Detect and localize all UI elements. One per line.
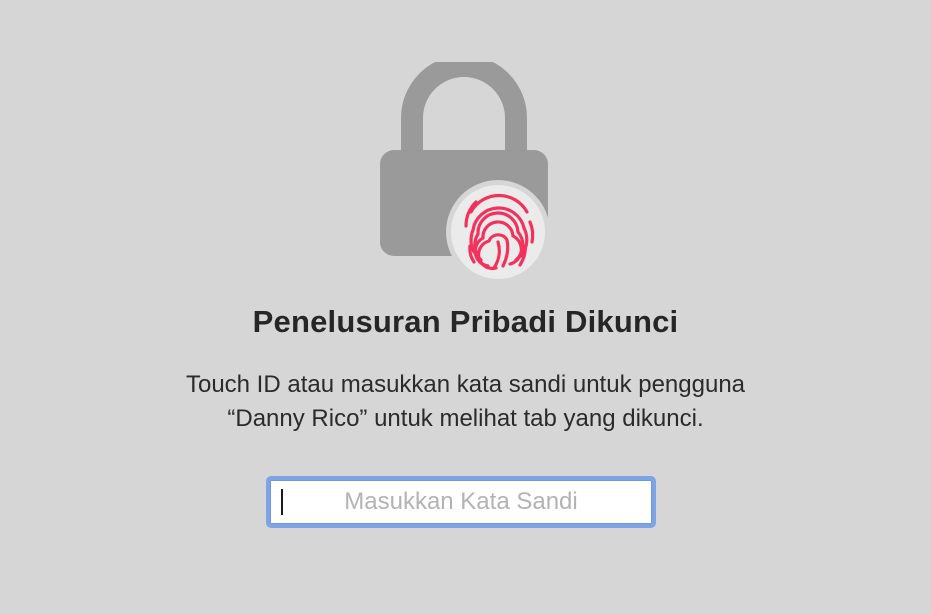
lock-illustration [370,62,560,282]
lock-icon [380,62,550,282]
description-line-1: Touch ID atau masukkan kata sandi untuk … [185,371,746,398]
page-title: Penelusuran Pribadi Dikunci [252,304,679,339]
password-input[interactable] [270,480,652,524]
description-line-2: “Danny Rico” untuk melihat tab yang diku… [227,405,704,432]
fingerprint-icon [446,180,550,282]
lock-description: Touch ID atau masukkan kata sandi untuk … [0,368,931,436]
password-field[interactable] [266,476,656,528]
text-caret [281,489,283,515]
